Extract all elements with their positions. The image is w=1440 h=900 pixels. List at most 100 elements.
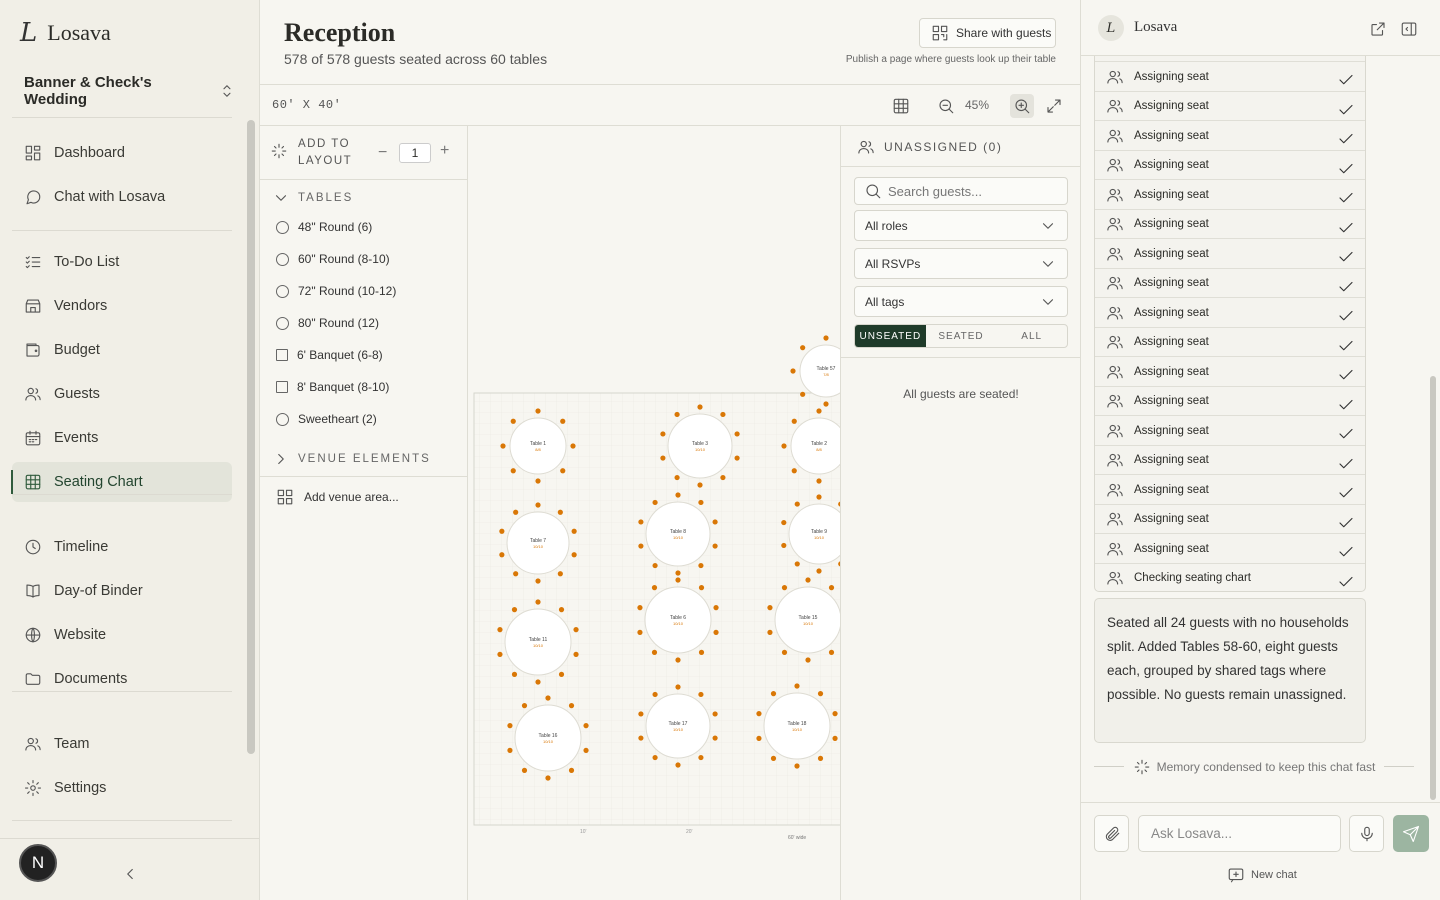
seat-dot[interactable] [499, 552, 505, 558]
seat-dot[interactable] [828, 649, 835, 655]
seat-dot[interactable] [698, 691, 704, 698]
seat-dot[interactable] [712, 543, 718, 549]
seat-dot[interactable] [558, 607, 565, 613]
seat-dot[interactable] [674, 411, 680, 418]
seat-dot[interactable] [712, 519, 718, 525]
venue-section-toggle[interactable]: VENUE ELEMENTS [272, 450, 431, 468]
seat-dot[interactable] [805, 657, 811, 663]
tool-step[interactable]: Assigning seat [1095, 385, 1365, 416]
seat-dot[interactable] [794, 683, 800, 689]
attach-button[interactable] [1094, 815, 1129, 852]
seat-dot[interactable] [637, 605, 643, 611]
seat-dot[interactable] [652, 691, 658, 698]
seat-dot[interactable] [583, 723, 589, 729]
seat-dot[interactable] [652, 562, 658, 569]
seat-dot[interactable] [511, 671, 518, 677]
seat-dot[interactable] [521, 703, 528, 709]
seat-dot[interactable] [652, 754, 658, 761]
tool-step[interactable]: Checking seating chart [1095, 562, 1365, 592]
rsvp-filter-select[interactable]: All RSVPs [854, 248, 1068, 279]
seat-dot[interactable] [521, 767, 528, 773]
seat-dot[interactable] [817, 691, 824, 697]
sidebar-item-vendors[interactable]: Vendors [12, 286, 232, 326]
seat-dot[interactable] [781, 585, 788, 591]
seating-table[interactable]: Table 18/8 [500, 408, 576, 484]
seat-dot[interactable] [535, 679, 541, 685]
seat-dot[interactable] [781, 519, 787, 526]
sidebar-item-team[interactable]: Team [12, 724, 232, 764]
seat-dot[interactable] [756, 711, 762, 717]
tool-step[interactable]: Assigning seat [1095, 120, 1365, 150]
tool-step[interactable]: Assigning seat [1095, 444, 1365, 475]
seat-dot[interactable] [570, 443, 576, 449]
seat-dot[interactable] [675, 762, 681, 768]
tag-filter-select[interactable]: All tags [854, 286, 1068, 317]
seat-dot[interactable] [832, 735, 838, 741]
seat-dot[interactable] [497, 627, 503, 633]
seat-dot[interactable] [675, 657, 681, 663]
seat-dot[interactable] [510, 468, 516, 474]
sidebar-scrollbar[interactable] [247, 120, 255, 754]
seat-dot[interactable] [805, 577, 811, 583]
tool-step[interactable]: Assigning seat [1095, 238, 1365, 268]
role-filter-select[interactable]: All roles [854, 210, 1068, 241]
tool-step[interactable]: Assigning seat [1095, 356, 1365, 386]
sidebar-item-budget[interactable]: Budget [12, 330, 232, 370]
seat-dot[interactable] [791, 418, 797, 424]
seat-dot[interactable] [794, 561, 800, 567]
seat-dot[interactable] [770, 691, 777, 697]
sidebar-item-website[interactable]: Website [12, 615, 232, 655]
tool-step[interactable]: Assigning seat [1095, 415, 1365, 445]
send-button[interactable] [1393, 815, 1429, 852]
open-external-button[interactable] [1369, 20, 1387, 38]
quantity-decrement-button[interactable]: − [378, 144, 387, 162]
avatar[interactable]: N [19, 844, 57, 882]
tab-seated[interactable]: SEATED [926, 325, 997, 347]
seat-dot[interactable] [513, 509, 519, 515]
seat-dot[interactable] [794, 763, 800, 769]
table-type-item[interactable]: 6' Banquet (6-8) [276, 348, 383, 362]
seat-dot[interactable] [560, 418, 566, 424]
share-with-guests-button[interactable]: Share with guests [919, 18, 1056, 48]
seat-dot[interactable] [545, 695, 551, 701]
sidebar-item-dashboard[interactable]: Dashboard [12, 133, 232, 173]
table-type-item[interactable]: 60" Round (8-10) [276, 252, 390, 266]
seating-canvas[interactable]: Table 1 8/8 Table 3 10/10 Table 2 8/8 Table 71… [468, 126, 840, 900]
seat-dot[interactable] [652, 499, 658, 506]
seat-dot[interactable] [698, 585, 705, 591]
seat-dot[interactable] [583, 747, 589, 753]
seat-dot[interactable] [651, 649, 658, 655]
tool-step[interactable]: Assigning seat [1095, 179, 1365, 209]
sidebar-item-documents[interactable]: Documents [12, 659, 232, 699]
tool-step[interactable]: Assigning seat [1095, 267, 1365, 298]
seat-dot[interactable] [558, 671, 565, 677]
seat-dot[interactable] [535, 578, 541, 584]
sidebar-item-events[interactable]: Events [12, 418, 232, 458]
seat-dot[interactable] [791, 468, 797, 474]
seat-dot[interactable] [816, 478, 822, 484]
seat-dot[interactable] [674, 474, 680, 481]
sidebar-item-to-do-list[interactable]: To-Do List [12, 242, 232, 282]
seat-dot[interactable] [675, 577, 681, 583]
seat-dot[interactable] [800, 345, 806, 351]
sidebar-item-settings[interactable]: Settings [12, 768, 232, 808]
seat-dot[interactable] [675, 570, 681, 576]
seat-dot[interactable] [568, 767, 575, 773]
voice-input-button[interactable] [1349, 815, 1384, 852]
seat-dot[interactable] [513, 571, 519, 577]
seat-dot[interactable] [511, 607, 518, 613]
seat-dot[interactable] [790, 368, 796, 374]
seat-dot[interactable] [713, 629, 719, 635]
table-type-item[interactable]: 8' Banquet (8-10) [276, 380, 389, 394]
tool-step[interactable]: Assigning seat [1095, 474, 1365, 504]
seat-dot[interactable] [698, 562, 704, 569]
seat-dot[interactable] [828, 585, 835, 591]
sidebar-item-chat-with-losava[interactable]: Chat with Losava [12, 177, 232, 217]
seat-dot[interactable] [823, 335, 829, 341]
seat-dot[interactable] [568, 703, 575, 709]
seat-dot[interactable] [698, 649, 705, 655]
collapse-sidebar-button[interactable] [120, 864, 140, 884]
seat-dot[interactable] [720, 411, 726, 418]
seat-dot[interactable] [535, 599, 541, 605]
logo[interactable]: L Losava [20, 18, 111, 48]
